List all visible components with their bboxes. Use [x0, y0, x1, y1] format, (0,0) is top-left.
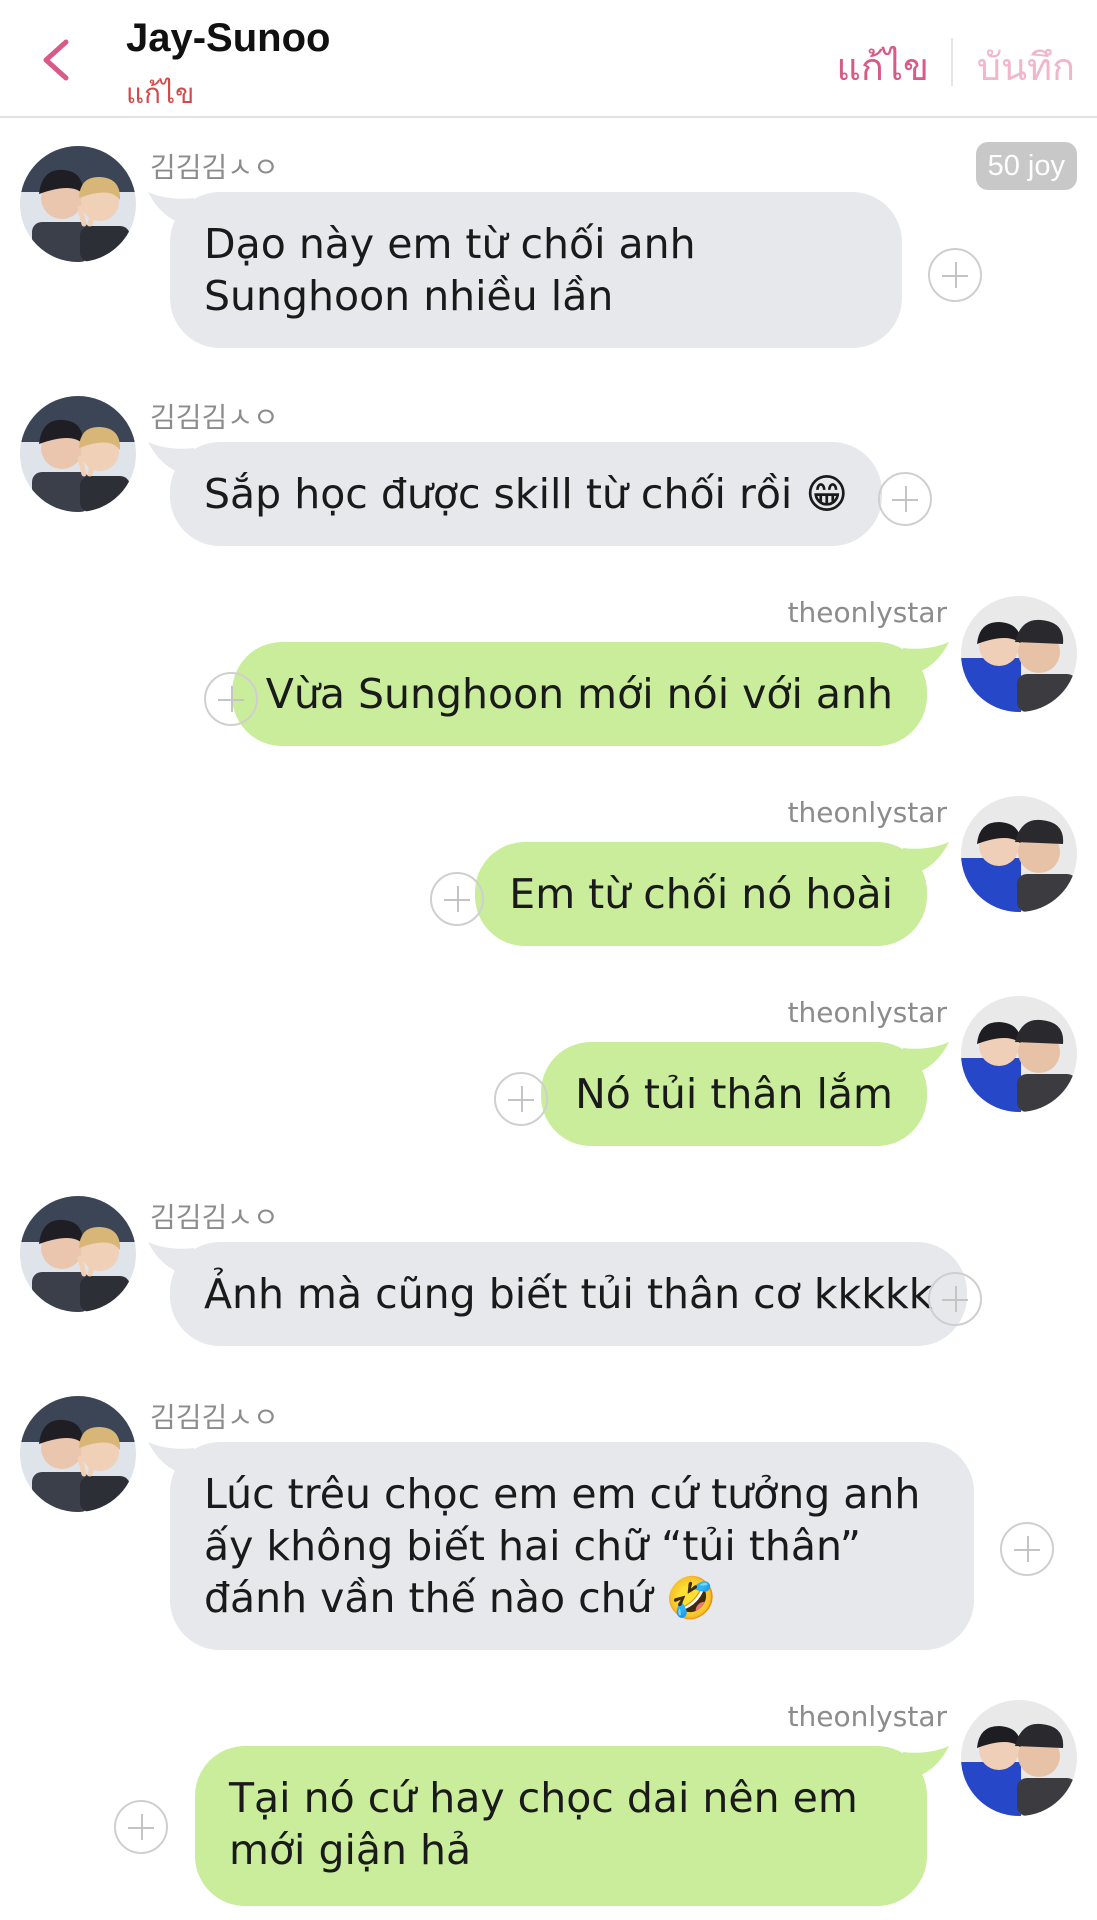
sender-name: 김김김ㅅㅇ [150, 1201, 279, 1234]
add-reaction-icon[interactable] [204, 672, 258, 726]
sender-name: 김김김ㅅㅇ [150, 151, 279, 184]
avatar[interactable] [20, 146, 136, 262]
sender-name: theonlystar [787, 596, 947, 629]
sender-name: theonlystar [787, 796, 947, 829]
add-reaction-icon[interactable] [1000, 1522, 1054, 1576]
chat-header: Jay-Sunoo แก้ไข แก้ไข บันทึก [0, 0, 1097, 118]
message-bubble: Vừa Sunghoon mới nói với anh [231, 642, 927, 746]
avatar[interactable] [961, 1700, 1077, 1816]
chat-subtitle[interactable]: แก้ไข [126, 72, 194, 116]
message-bubble: Ảnh mà cũng biết tủi thân cơ kkkkk [170, 1242, 967, 1346]
add-reaction-icon[interactable] [114, 1800, 168, 1854]
message-bubble: Nó tủi thân lắm [541, 1042, 927, 1146]
avatar[interactable] [20, 396, 136, 512]
avatar[interactable] [20, 1196, 136, 1312]
add-reaction-icon[interactable] [494, 1072, 548, 1126]
header-divider [951, 38, 953, 86]
sender-name: theonlystar [787, 996, 947, 1029]
sender-name: theonlystar [787, 1700, 947, 1733]
add-reaction-icon[interactable] [878, 472, 932, 526]
message-bubble: Em từ chối nó hoài [475, 842, 927, 946]
message-bubble: Tại nó cứ hay chọc dai nên em mới giận h… [195, 1746, 927, 1906]
chat-title: Jay-Sunoo [126, 16, 331, 60]
message-bubble: Sắp học được skill từ chối rồi 😁 [170, 442, 883, 546]
edit-button[interactable]: แก้ไข [836, 36, 929, 97]
add-reaction-icon[interactable] [928, 1272, 982, 1326]
add-reaction-icon[interactable] [430, 872, 484, 926]
joy-badge: 50 joy [975, 142, 1077, 190]
add-reaction-icon[interactable] [928, 248, 982, 302]
avatar[interactable] [961, 596, 1077, 712]
avatar[interactable] [961, 796, 1077, 912]
sender-name: 김김김ㅅㅇ [150, 1401, 279, 1434]
sender-name: 김김김ㅅㅇ [150, 401, 279, 434]
back-chevron-icon[interactable] [38, 38, 78, 82]
avatar[interactable] [961, 996, 1077, 1112]
message-bubble: Dạo này em từ chối anh Sunghoon nhiều lầ… [170, 192, 902, 348]
message-bubble: Lúc trêu chọc em em cứ tưởng anh ấy khôn… [170, 1442, 974, 1650]
avatar[interactable] [20, 1396, 136, 1512]
save-button[interactable]: บันทึก [977, 36, 1075, 97]
